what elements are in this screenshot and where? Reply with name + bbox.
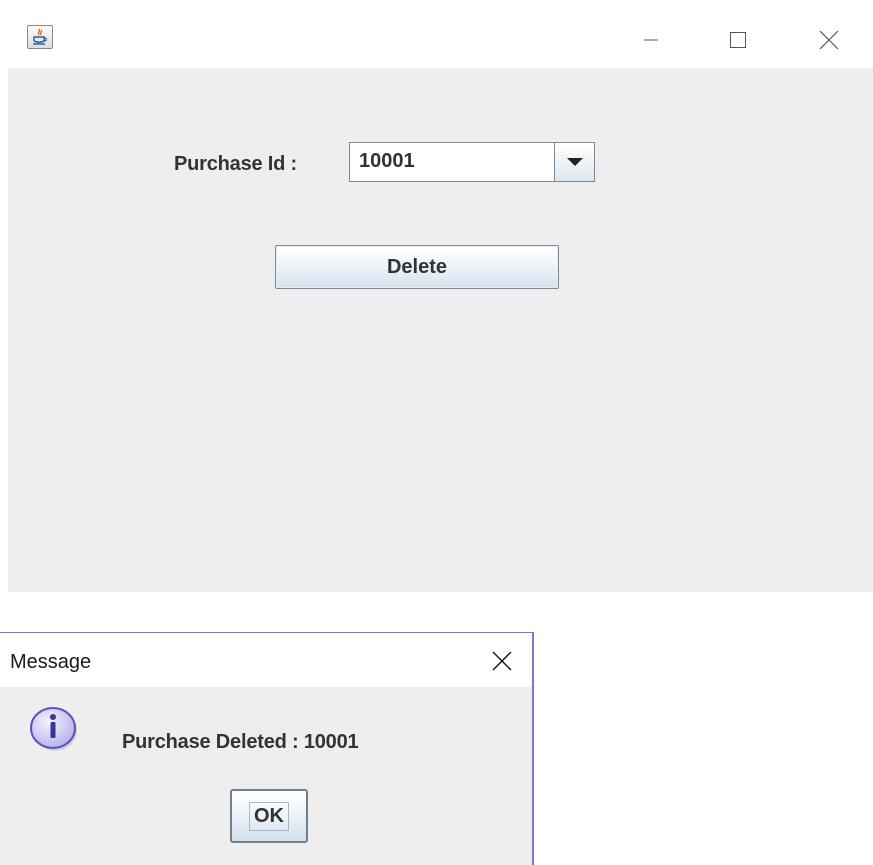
maximize-button[interactable] bbox=[715, 22, 761, 58]
maximize-icon bbox=[730, 32, 746, 48]
dialog-close-button[interactable] bbox=[482, 645, 522, 677]
minimize-button[interactable] bbox=[628, 22, 674, 58]
dialog-titlebar: Message bbox=[0, 633, 532, 687]
dialog-title: Message bbox=[10, 651, 92, 673]
message-dialog: Message Purchase Deleted : 10001 OK bbox=[0, 632, 534, 865]
ok-button[interactable]: OK bbox=[230, 789, 308, 843]
ok-label: OK bbox=[249, 801, 289, 831]
delete-button[interactable]: Delete bbox=[275, 245, 559, 289]
close-icon bbox=[492, 651, 512, 671]
main-window: Purchase Id : 10001 Delete bbox=[0, 0, 873, 592]
caret-down-icon bbox=[566, 158, 583, 166]
purchase-id-combobox[interactable]: 10001 bbox=[349, 142, 595, 182]
minimize-icon bbox=[644, 39, 658, 41]
dialog-message: Purchase Deleted : 10001 bbox=[122, 731, 359, 753]
purchase-id-label: Purchase Id : bbox=[174, 153, 297, 175]
close-button[interactable] bbox=[806, 22, 852, 58]
titlebar bbox=[0, 0, 873, 68]
java-cup-icon[interactable] bbox=[27, 25, 53, 49]
close-icon bbox=[819, 30, 839, 50]
combobox-arrow-button[interactable] bbox=[554, 143, 594, 181]
info-icon bbox=[30, 707, 77, 751]
purchase-id-value: 10001 bbox=[359, 150, 415, 172]
